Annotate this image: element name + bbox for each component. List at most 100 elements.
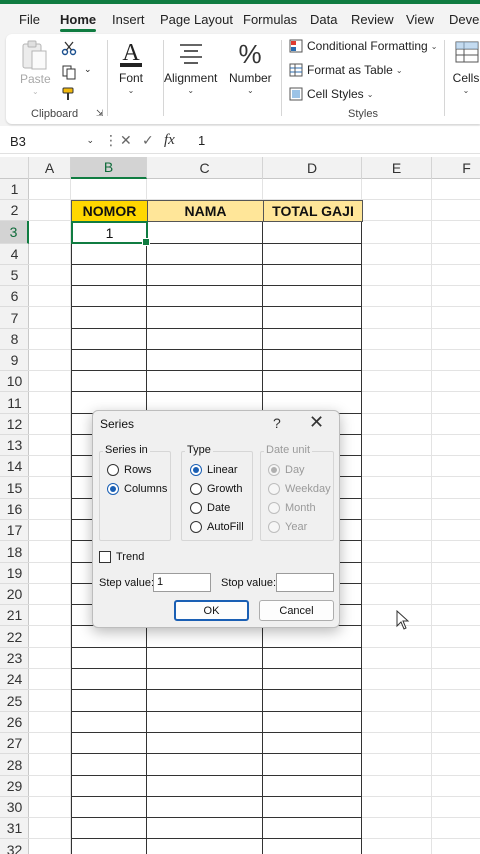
- tab-page-layout[interactable]: Page Layout: [160, 12, 233, 27]
- cell[interactable]: [362, 541, 432, 563]
- cell[interactable]: [263, 286, 362, 307]
- radio-month[interactable]: Month: [268, 502, 316, 514]
- step-value-input[interactable]: 1: [153, 573, 211, 592]
- cell[interactable]: [29, 179, 71, 200]
- cell[interactable]: [432, 584, 480, 605]
- cell[interactable]: [432, 456, 480, 477]
- cell[interactable]: [432, 414, 480, 435]
- stop-value-input[interactable]: [276, 573, 334, 592]
- row-header-25[interactable]: 25: [0, 690, 29, 712]
- cell[interactable]: [432, 329, 480, 350]
- paste-button[interactable]: Paste ⌄: [20, 38, 51, 96]
- cells-button[interactable]: Cells ⌄: [452, 38, 480, 95]
- row-header-10[interactable]: 10: [0, 371, 29, 392]
- radio-date[interactable]: Date: [190, 502, 230, 514]
- cell[interactable]: [432, 541, 480, 563]
- cell[interactable]: [432, 818, 480, 839]
- cell[interactable]: [29, 520, 71, 541]
- cell[interactable]: [263, 626, 362, 648]
- select-all-corner[interactable]: [0, 157, 29, 179]
- cell[interactable]: [362, 563, 432, 584]
- radio-weekday[interactable]: Weekday: [268, 483, 331, 495]
- cell[interactable]: [29, 818, 71, 839]
- cell[interactable]: [362, 839, 432, 854]
- cell[interactable]: [147, 371, 263, 392]
- cell[interactable]: [29, 286, 71, 307]
- cell[interactable]: [71, 797, 147, 818]
- cell[interactable]: [29, 754, 71, 776]
- cell[interactable]: [71, 307, 147, 329]
- cell[interactable]: [432, 179, 480, 200]
- help-icon[interactable]: ?: [273, 415, 281, 431]
- cell[interactable]: [71, 265, 147, 286]
- row-header-19[interactable]: 19: [0, 563, 29, 584]
- cell[interactable]: [432, 754, 480, 776]
- radio-year[interactable]: Year: [268, 521, 307, 533]
- cell[interactable]: [263, 179, 362, 200]
- radio-autofill[interactable]: AutoFill: [190, 521, 244, 533]
- column-header-f[interactable]: F: [432, 157, 480, 179]
- cell[interactable]: [432, 605, 480, 626]
- row-header-13[interactable]: 13: [0, 435, 29, 456]
- copy-dropdown-icon[interactable]: ⌄: [84, 64, 92, 75]
- cell[interactable]: [362, 307, 432, 329]
- cell[interactable]: [263, 776, 362, 797]
- cell[interactable]: [29, 648, 71, 669]
- row-header-5[interactable]: 5: [0, 265, 29, 286]
- radio-day[interactable]: Day: [268, 464, 305, 476]
- cell[interactable]: [29, 477, 71, 499]
- cell[interactable]: [432, 776, 480, 797]
- cell[interactable]: [432, 350, 480, 371]
- format-painter-icon[interactable]: [61, 86, 77, 102]
- cell[interactable]: [29, 499, 71, 520]
- cell[interactable]: [432, 286, 480, 307]
- conditional-formatting-button[interactable]: Conditional Formatting ⌄: [289, 39, 437, 53]
- row-header-21[interactable]: 21: [0, 605, 29, 626]
- cell[interactable]: [71, 648, 147, 669]
- row-header-14[interactable]: 14: [0, 456, 29, 477]
- cell[interactable]: [362, 584, 432, 605]
- cell[interactable]: [29, 329, 71, 350]
- ok-button[interactable]: OK: [174, 600, 249, 621]
- row-header-12[interactable]: 12: [0, 414, 29, 435]
- row-header-22[interactable]: 22: [0, 626, 29, 648]
- cell[interactable]: [362, 414, 432, 435]
- cell[interactable]: [432, 690, 480, 712]
- cell[interactable]: [432, 307, 480, 329]
- cell[interactable]: [71, 329, 147, 350]
- cell[interactable]: [29, 712, 71, 733]
- cut-icon[interactable]: [61, 40, 77, 56]
- cell[interactable]: [147, 797, 263, 818]
- cell[interactable]: [263, 371, 362, 392]
- cell[interactable]: [432, 200, 480, 221]
- cell[interactable]: [362, 499, 432, 520]
- cell[interactable]: [362, 286, 432, 307]
- cell[interactable]: [432, 712, 480, 733]
- tab-review[interactable]: Review: [351, 12, 394, 27]
- cell[interactable]: [432, 839, 480, 854]
- row-header-17[interactable]: 17: [0, 520, 29, 541]
- cell[interactable]: [71, 371, 147, 392]
- cell[interactable]: [263, 244, 362, 265]
- row-header-1[interactable]: 1: [0, 179, 29, 200]
- cell[interactable]: [362, 669, 432, 690]
- cell[interactable]: [29, 435, 71, 456]
- cell[interactable]: [362, 712, 432, 733]
- cell[interactable]: [29, 733, 71, 754]
- cell[interactable]: [147, 626, 263, 648]
- cell[interactable]: [147, 179, 263, 200]
- alignment-button[interactable]: Alignment ⌄: [164, 38, 217, 95]
- cell[interactable]: [432, 520, 480, 541]
- row-header-30[interactable]: 30: [0, 797, 29, 818]
- cell[interactable]: [29, 371, 71, 392]
- radio-growth[interactable]: Growth: [190, 483, 242, 495]
- cell[interactable]: [432, 265, 480, 286]
- cell[interactable]: [263, 818, 362, 839]
- cell[interactable]: [29, 414, 71, 435]
- cell[interactable]: [263, 265, 362, 286]
- cell[interactable]: [362, 350, 432, 371]
- cell[interactable]: [71, 712, 147, 733]
- row-header-23[interactable]: 23: [0, 648, 29, 669]
- cell[interactable]: [71, 690, 147, 712]
- tab-view[interactable]: View: [406, 12, 434, 27]
